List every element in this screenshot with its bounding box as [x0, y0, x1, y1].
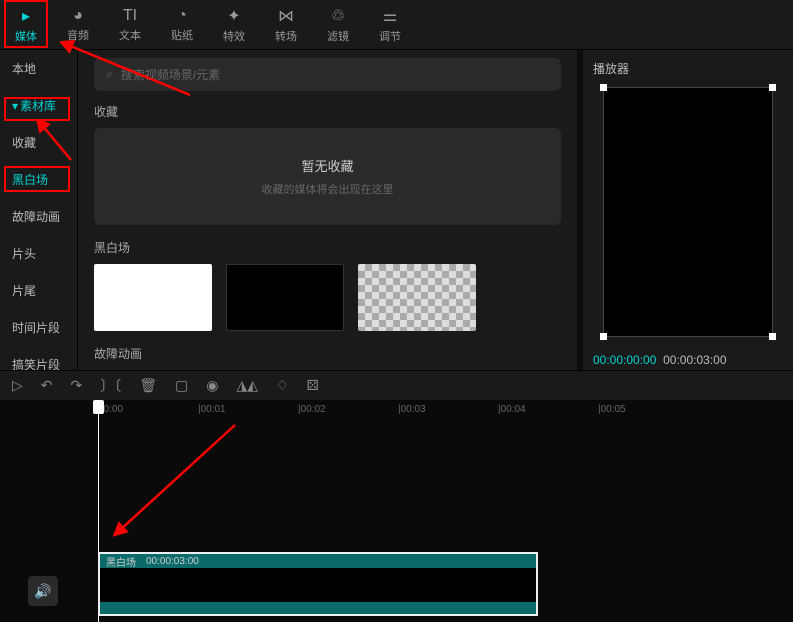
thumb-black[interactable]: [226, 264, 344, 331]
player-panel: 播放器 00:00:00:00 00:00:03:00: [583, 50, 793, 370]
side-library[interactable]: ▾素材库: [0, 87, 77, 124]
mirror-tool[interactable]: ◮◭: [236, 377, 258, 394]
fav-title: 暂无收藏: [94, 156, 561, 175]
player-title: 播放器: [593, 60, 783, 77]
mute-button[interactable]: 🔊: [28, 576, 58, 606]
section-bw: 黑白场: [94, 239, 561, 256]
side-funny[interactable]: 搞笑片段: [0, 346, 77, 370]
crop-tool[interactable]: ⚄: [307, 377, 319, 394]
rotate-tool[interactable]: ♢: [276, 377, 289, 394]
effect-icon: ✦: [227, 6, 240, 26]
tick: |00:01: [198, 404, 298, 422]
nav-label: 特效: [223, 28, 245, 44]
thumb-row: [94, 264, 561, 331]
clip-body: [100, 568, 536, 602]
tick: |00:05: [598, 404, 698, 422]
nav-label: 音频: [67, 27, 89, 43]
cursor-tool[interactable]: ▷: [12, 377, 23, 394]
transition-icon: ⋈: [278, 6, 294, 26]
side-glitch[interactable]: 故障动画: [0, 198, 77, 235]
time-display: 00:00:00:00 00:00:03:00: [593, 353, 783, 367]
section-glitch: 故障动画: [94, 345, 561, 362]
nav-label: 贴纸: [171, 27, 193, 43]
split-tool[interactable]: 〕〔: [100, 376, 121, 396]
clip[interactable]: 黑白场 00:00:03:00: [98, 552, 538, 616]
redo-tool[interactable]: ↷: [71, 377, 83, 394]
sticker-icon: ◔: [177, 7, 187, 25]
side-time[interactable]: 时间片段: [0, 309, 77, 346]
search-input[interactable]: ⌕ 搜索视频场景/元素: [94, 58, 561, 91]
nav-label: 文本: [119, 27, 141, 43]
side-bw[interactable]: 黑白场: [0, 161, 77, 198]
content-panel: ⌕ 搜索视频场景/元素 收藏 暂无收藏 收藏的媒体将会出现在这里 黑白场 故障动画: [78, 50, 577, 370]
nav-label: 转场: [275, 28, 297, 44]
tick: |00:04: [498, 404, 598, 422]
caret-icon: ▾: [12, 99, 18, 113]
timeline-toolbar: ▷ ↶ ↷ 〕〔 🗑 ▢ ◉ ◮◭ ♢ ⚄: [0, 370, 793, 400]
search-placeholder: 搜索视频场景/元素: [121, 66, 220, 83]
nav-text[interactable]: TI 文本: [104, 0, 156, 49]
ruler[interactable]: 00:00 |00:01 |00:02 |00:03 |00:04 |00:05: [98, 404, 793, 422]
speed-tool[interactable]: ◉: [206, 377, 218, 394]
nav-label: 调节: [379, 28, 401, 44]
search-icon: ⌕: [106, 67, 113, 82]
handle-icon[interactable]: [769, 84, 776, 91]
thumb-transparent[interactable]: [358, 264, 476, 331]
timeline[interactable]: 00:00 |00:01 |00:02 |00:03 |00:04 |00:05…: [0, 400, 793, 622]
handle-icon[interactable]: [769, 333, 776, 340]
tick: |00:03: [398, 404, 498, 422]
nav-sticker[interactable]: ◔ 贴纸: [156, 0, 208, 49]
side-intro[interactable]: 片头: [0, 235, 77, 272]
delete-tool[interactable]: 🗑: [139, 377, 157, 394]
adjust-icon: ⚌: [383, 6, 397, 26]
top-nav: ▸ 媒体 ◕ 音频 TI 文本 ◔ 贴纸 ✦ 特效 ⋈ 转场 ♲ 滤镜 ⚌ 调节: [0, 0, 793, 50]
sidebar: 本地 ▾素材库 收藏 黑白场 故障动画 片头 片尾 时间片段 搞笑片段: [0, 50, 78, 370]
fav-sub: 收藏的媒体将会出现在这里: [94, 181, 561, 197]
player-view[interactable]: [603, 87, 773, 337]
time-current: 00:00:00:00: [593, 353, 656, 367]
tick: 00:00: [98, 404, 198, 422]
media-icon: ▸: [22, 6, 30, 26]
time-duration: 00:00:03:00: [660, 353, 727, 367]
nav-filter[interactable]: ♲ 滤镜: [312, 0, 364, 49]
clip-header: 黑白场 00:00:03:00: [100, 554, 536, 568]
nav-label: 媒体: [15, 28, 37, 44]
audio-icon: ◕: [73, 7, 83, 25]
nav-transition[interactable]: ⋈ 转场: [260, 0, 312, 49]
side-local[interactable]: 本地: [0, 50, 77, 87]
clip-foot: [100, 602, 536, 614]
undo-tool[interactable]: ↶: [41, 377, 53, 394]
text-icon: TI: [123, 7, 137, 25]
clip-duration: 00:00:03:00: [146, 556, 199, 567]
section-fav: 收藏: [94, 103, 561, 120]
handle-icon[interactable]: [600, 84, 607, 91]
side-outro[interactable]: 片尾: [0, 272, 77, 309]
nav-adjust[interactable]: ⚌ 调节: [364, 0, 416, 49]
copy-tool[interactable]: ▢: [175, 377, 188, 394]
nav-effect[interactable]: ✦ 特效: [208, 0, 260, 49]
side-label: 素材库: [20, 99, 56, 113]
clip-name: 黑白场: [106, 554, 136, 569]
side-fav[interactable]: 收藏: [0, 124, 77, 161]
nav-media[interactable]: ▸ 媒体: [0, 0, 52, 49]
speaker-icon: 🔊: [34, 583, 51, 600]
nav-label: 滤镜: [327, 28, 349, 44]
filter-icon: ♲: [331, 6, 345, 26]
handle-icon[interactable]: [600, 333, 607, 340]
thumb-white[interactable]: [94, 264, 212, 331]
nav-audio[interactable]: ◕ 音频: [52, 0, 104, 49]
tick: |00:02: [298, 404, 398, 422]
fav-empty: 暂无收藏 收藏的媒体将会出现在这里: [94, 128, 561, 225]
playhead-head[interactable]: [93, 400, 104, 414]
